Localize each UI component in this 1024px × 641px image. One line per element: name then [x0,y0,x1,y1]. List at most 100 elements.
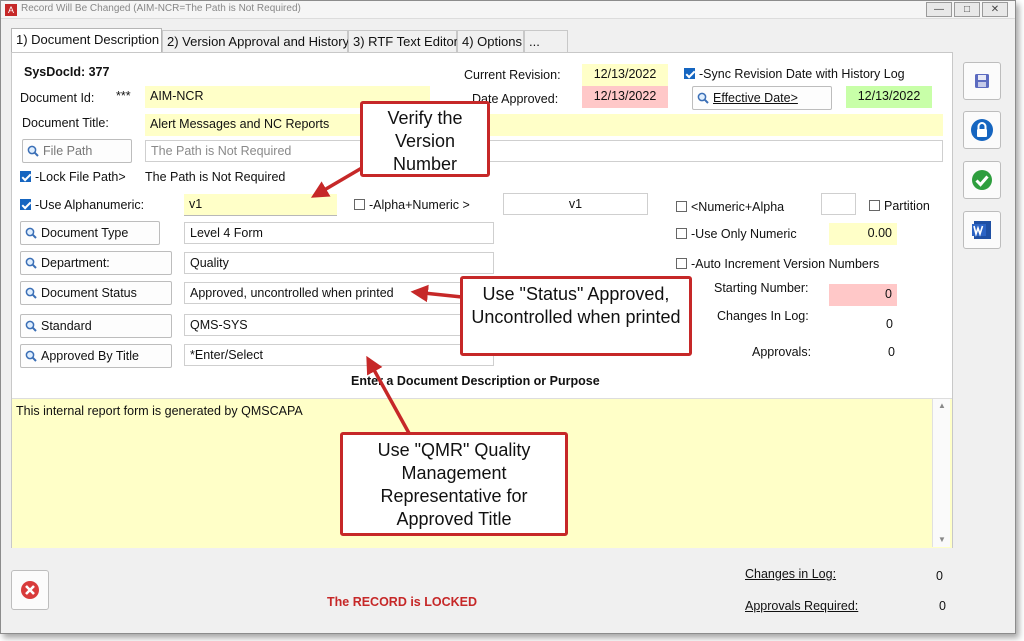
use-only-numeric-checkbox[interactable]: -Use Only Numeric [676,227,797,241]
checkbox-unchecked-icon [676,201,687,212]
standard-field[interactable]: QMS-SYS [184,314,494,336]
partition-label: Partition [884,199,930,213]
approved-by-title-label: Approved By Title [41,349,139,363]
use-alphanumeric-checkbox[interactable]: -Use Alphanumeric: [20,198,144,212]
starting-number-field[interactable]: 0 [829,284,897,306]
approvals-value: 0 [888,345,895,359]
document-title-field[interactable]: Alert Messages and NC Reports [145,114,943,136]
current-revision-field[interactable]: 12/13/2022 [582,64,668,86]
standard-button[interactable]: Standard [20,314,172,338]
use-alphanumeric-label: -Use Alphanumeric: [35,198,145,212]
tab-label: 4) Options [462,34,522,49]
tab-label: 3) RTF Text Editor [353,34,458,49]
department-button[interactable]: Department: [20,251,172,275]
footer-changes-in-log-value: 0 [936,569,943,583]
record-locked-text: The RECORD is LOCKED [327,595,478,609]
tab-document-description[interactable]: 1) Document Description [11,28,162,53]
document-id-label: Document Id: [20,91,95,105]
lock-icon [971,119,993,141]
cancel-icon [21,581,39,599]
magnifier-icon [697,92,709,104]
effective-date-field[interactable]: 12/13/2022 [846,86,932,108]
close-window-button[interactable]: ✕ [982,2,1008,17]
file-path-label: File Path [43,144,93,158]
partition-checkbox[interactable]: Partition [869,199,930,213]
alpha-numeric-field[interactable]: v1 [503,193,648,215]
callout-text: Use "QMR" Quality Management Representat… [377,440,531,529]
sync-revision-checkbox[interactable]: -Sync Revision Date with History Log [684,67,905,81]
minimize-button[interactable]: — [926,2,952,17]
lock-file-path-checkbox[interactable]: -Lock File Path> [20,170,126,184]
title-bar: A Record Will Be Changed (AIM-NCR=The Pa… [1,1,1015,19]
maximize-button[interactable]: □ [954,2,980,17]
changes-in-log-label: Changes In Log: [717,309,809,323]
checkbox-unchecked-icon [354,199,365,210]
save-button[interactable] [963,62,1001,100]
required-stars: *** [116,89,131,103]
footer-approvals-required-label: Approvals Required: [745,599,859,613]
sync-revision-label: -Sync Revision Date with History Log [699,67,905,81]
word-export-button[interactable] [963,211,1001,249]
document-status-field[interactable]: Approved, uncontrolled when printed [184,282,494,304]
document-type-label: Document Type [41,226,129,240]
auto-increment-checkbox[interactable]: -Auto Increment Version Numbers [676,257,879,271]
callout-qmr: Use "QMR" Quality Management Representat… [340,432,568,536]
checkmark-icon [972,170,992,190]
save-icon [975,74,989,88]
tab-rtf-editor[interactable]: 3) RTF Text Editor [348,30,458,52]
description-scrollbar[interactable]: ▲ ▼ [932,399,950,547]
effective-date-label: Effective Date> [713,91,798,105]
version-field[interactable]: v1 [184,194,337,216]
footer-changes-in-log-label: Changes in Log: [745,567,837,581]
word-icon [972,221,991,239]
numeric-value-field[interactable]: 0.00 [829,223,897,245]
magnifier-icon [25,287,37,299]
sysdocid-label: SysDocId: 377 [24,65,110,79]
checkbox-unchecked-icon [869,200,880,211]
effective-date-button[interactable]: Effective Date> [692,86,832,110]
checkbox-checked-icon [20,171,31,182]
document-type-field[interactable]: Level 4 Form [184,222,494,244]
scroll-down-icon[interactable]: ▼ [933,535,951,544]
approved-by-title-field[interactable]: *Enter/Select [184,344,494,366]
callout-text: Use "Status" Approved, Uncontrolled when… [471,284,681,327]
document-status-button[interactable]: Document Status [20,281,172,305]
tab-options[interactable]: 4) Options [457,30,524,52]
numeric-alpha-field[interactable] [821,193,856,215]
checkbox-unchecked-icon [676,258,687,269]
approved-by-title-button[interactable]: Approved By Title [20,344,172,368]
tab-label: 1) Document Description [16,32,160,47]
lock-button[interactable] [963,111,1001,149]
callout-verify-version: Verify the Version Number [360,101,490,177]
magnifier-icon [25,350,37,362]
magnifier-icon [25,227,37,239]
auto-increment-label: -Auto Increment Version Numbers [691,257,880,271]
magnifier-icon [25,320,37,332]
scroll-up-icon[interactable]: ▲ [933,401,951,410]
lock-file-path-value: The Path is Not Required [145,170,286,184]
document-type-button[interactable]: Document Type [20,221,160,245]
magnifier-icon [27,145,39,157]
alpha-numeric-checkbox[interactable]: -Alpha+Numeric > [354,198,470,212]
file-path-button[interactable]: File Path [22,139,132,163]
current-revision-label: Current Revision: [464,68,561,82]
document-status-label: Document Status [41,286,137,300]
tab-more[interactable]: ... [524,30,568,52]
date-approved-field[interactable]: 12/13/2022 [582,86,668,108]
app-icon: A [5,4,17,16]
department-field[interactable]: Quality [184,252,494,274]
alpha-numeric-label: -Alpha+Numeric > [369,198,470,212]
checkbox-checked-icon [20,199,31,210]
footer-approvals-required-value: 0 [939,599,946,613]
tab-version-approval[interactable]: 2) Version Approval and History [162,30,350,52]
standard-label: Standard [41,319,92,333]
cancel-button[interactable] [11,570,49,610]
numeric-alpha-checkbox[interactable]: <Numeric+Alpha [676,200,784,214]
file-path-field[interactable]: The Path is Not Required [145,140,943,162]
magnifier-icon [25,257,37,269]
checkbox-unchecked-icon [676,228,687,239]
description-text: This internal report form is generated b… [16,404,303,418]
accept-button[interactable] [963,161,1001,199]
changes-in-log-value: 0 [886,317,893,331]
tab-label: 2) Version Approval and History [167,34,350,49]
